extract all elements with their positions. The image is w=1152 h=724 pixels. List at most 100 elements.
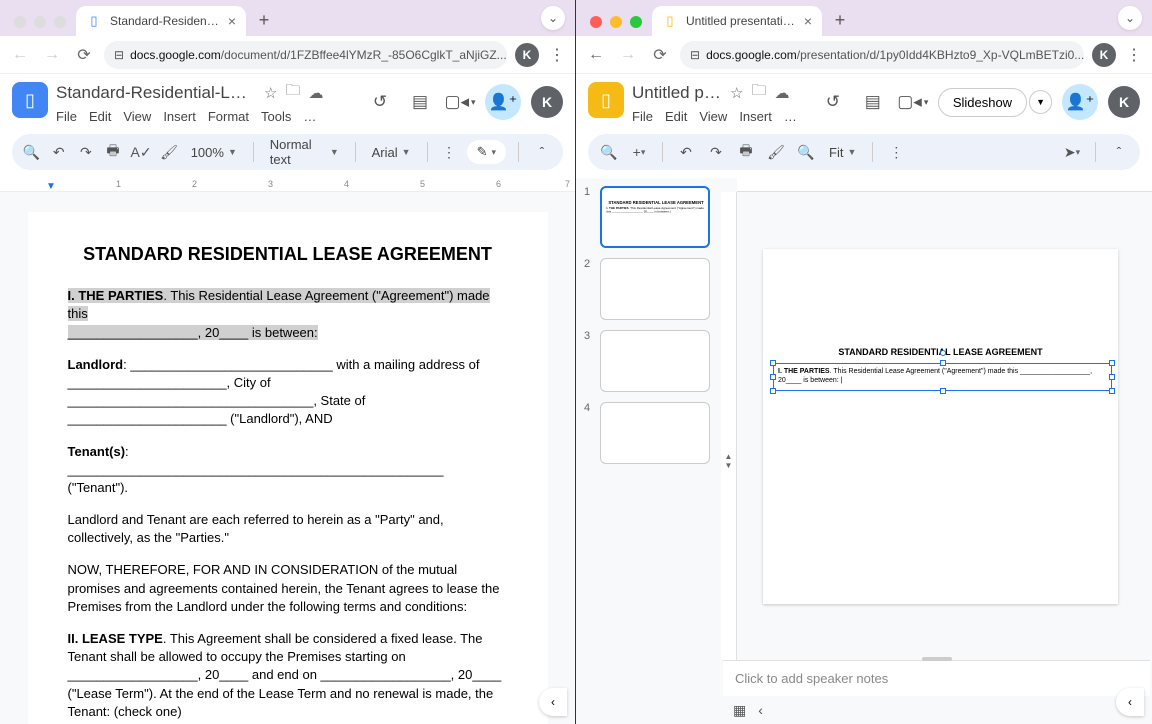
browser-tab[interactable]: ▯ Untitled presentation - Googl × <box>652 6 822 36</box>
reload-button[interactable]: ⟳ <box>648 43 672 67</box>
cursor-icon[interactable]: ➤ ▾ <box>1061 141 1083 163</box>
presentation-title[interactable]: Untitled pres... <box>632 83 722 103</box>
browser-menu-icon[interactable]: ⋮ <box>1124 45 1144 65</box>
editing-mode-button[interactable]: ✎ ▾ <box>467 140 506 164</box>
slide-textbox-selected[interactable]: I. THE PARTIES. This Residential Lease A… <box>773 363 1112 391</box>
window-minimize[interactable] <box>34 16 46 28</box>
close-icon[interactable]: × <box>228 13 236 29</box>
site-info-icon[interactable]: ⊟ <box>690 48 700 62</box>
meet-button[interactable]: ▢◂▾ <box>898 87 928 117</box>
menu-file[interactable]: File <box>56 109 77 124</box>
print-icon[interactable]: 🖶 <box>103 141 122 163</box>
speaker-notes[interactable]: Click to add speaker notes <box>723 660 1150 696</box>
menu-insert[interactable]: Insert <box>163 109 196 124</box>
profile-avatar[interactable]: K <box>515 43 539 67</box>
comments-icon[interactable]: ▤ <box>858 87 888 117</box>
prev-icon[interactable]: ‹ <box>758 702 763 718</box>
url-input[interactable]: ⊟ docs.google.com/presentation/d/1py0Idd… <box>680 41 1084 69</box>
close-icon[interactable]: × <box>804 13 812 29</box>
explore-button[interactable]: ‹ <box>539 688 567 716</box>
new-slide-icon[interactable]: + ▾ <box>628 141 650 163</box>
menu-edit[interactable]: Edit <box>665 109 687 124</box>
style-select[interactable]: Normal text▼ <box>266 137 343 167</box>
slide-panel[interactable]: 1 STANDARD RESIDENTIAL LEASE AGREEMENTI.… <box>576 178 721 724</box>
font-select[interactable]: Arial▼ <box>368 145 415 160</box>
slide-canvas[interactable]: STANDARD RESIDENTIAL LEASE AGREEMENT I. … <box>763 249 1118 604</box>
menu-edit[interactable]: Edit <box>89 109 111 124</box>
menu-view[interactable]: View <box>123 109 151 124</box>
menu-view[interactable]: View <box>699 109 727 124</box>
slide-stage[interactable]: STANDARD RESIDENTIAL LEASE AGREEMENT I. … <box>737 192 1152 660</box>
account-avatar[interactable]: K <box>1108 86 1140 118</box>
star-icon[interactable]: ☆ <box>730 84 743 102</box>
site-info-icon[interactable]: ⊟ <box>114 48 124 62</box>
forward-button[interactable]: → <box>616 43 640 67</box>
print-icon[interactable]: 🖶 <box>735 141 757 163</box>
grid-view-icon[interactable]: ▦ <box>733 702 746 719</box>
search-icon[interactable]: 🔍 <box>598 141 620 163</box>
collapse-icon[interactable]: ˆ <box>1108 141 1130 163</box>
star-icon[interactable]: ☆ <box>264 84 277 102</box>
document-page[interactable]: STANDARD RESIDENTIAL LEASE AGREEMENT I. … <box>28 212 548 724</box>
share-button[interactable]: 👤⁺ <box>1062 84 1098 120</box>
paint-format-icon[interactable]: 🖌 <box>160 141 179 163</box>
profile-avatar[interactable]: K <box>1092 43 1116 67</box>
history-icon[interactable]: ↺ <box>365 87 395 117</box>
menu-insert[interactable]: Insert <box>739 109 772 124</box>
rotate-handle[interactable] <box>940 350 946 356</box>
resize-handle[interactable] <box>940 388 946 394</box>
window-close[interactable] <box>14 16 26 28</box>
forward-button[interactable]: → <box>40 43 64 67</box>
document-title[interactable]: Standard-Residential-Lease-A... <box>56 83 256 103</box>
menu-file[interactable]: File <box>632 109 653 124</box>
slide-thumb-3[interactable] <box>600 330 710 392</box>
resize-handle[interactable] <box>770 388 776 394</box>
resize-handle[interactable] <box>770 360 776 366</box>
spellcheck-icon[interactable]: A✓ <box>131 141 152 163</box>
window-maximize[interactable] <box>630 16 642 28</box>
resize-handle[interactable] <box>770 374 776 380</box>
share-button[interactable]: 👤⁺ <box>485 84 521 120</box>
window-minimize[interactable] <box>610 16 622 28</box>
cloud-icon[interactable]: ☁ <box>774 84 789 102</box>
menu-format[interactable]: Format <box>208 109 249 124</box>
window-close[interactable] <box>590 16 602 28</box>
explore-button[interactable]: ‹ <box>1116 688 1144 716</box>
move-icon[interactable]: 🗀 <box>751 80 766 105</box>
menu-more[interactable]: … <box>784 109 797 124</box>
new-tab-button[interactable]: + <box>250 6 278 34</box>
undo-icon[interactable]: ↶ <box>675 141 697 163</box>
slideshow-button[interactable]: Slideshow <box>938 88 1027 117</box>
zoom-icon[interactable]: 🔍 <box>795 141 817 163</box>
slide-thumb-2[interactable] <box>600 258 710 320</box>
slideshow-dropdown[interactable]: ▼ <box>1029 90 1052 114</box>
resize-handle[interactable] <box>1109 374 1115 380</box>
tabs-dropdown-icon[interactable]: ⌄ <box>1118 6 1142 30</box>
paint-format-icon[interactable]: 🖌 <box>765 141 787 163</box>
resize-handle[interactable] <box>940 360 946 366</box>
redo-icon[interactable]: ↷ <box>705 141 727 163</box>
more-toolbar-icon[interactable]: ⋮ <box>885 141 907 163</box>
menu-more[interactable]: … <box>303 109 316 124</box>
cloud-icon[interactable]: ☁ <box>308 84 323 102</box>
window-maximize[interactable] <box>54 16 66 28</box>
back-button[interactable]: ← <box>8 43 32 67</box>
slide-thumb-4[interactable] <box>600 402 710 464</box>
more-toolbar-icon[interactable]: ⋮ <box>439 141 458 163</box>
collapse-icon[interactable]: ˆ <box>531 141 553 163</box>
url-input[interactable]: ⊟ docs.google.com/document/d/1FZBffee4lY… <box>104 41 507 69</box>
move-icon[interactable]: 🗀 <box>285 80 300 105</box>
search-icon[interactable]: 🔍 <box>22 141 41 163</box>
zoom-select[interactable]: 100%▼ <box>187 145 241 160</box>
new-tab-button[interactable]: + <box>826 6 854 34</box>
redo-icon[interactable]: ↷ <box>76 141 95 163</box>
menu-tools[interactable]: Tools <box>261 109 291 124</box>
resize-handle[interactable] <box>1109 388 1115 394</box>
meet-button[interactable]: ▢◂▾ <box>445 87 475 117</box>
history-icon[interactable]: ↺ <box>818 87 848 117</box>
drag-handle[interactable] <box>922 657 952 661</box>
tabs-dropdown-icon[interactable]: ⌄ <box>541 6 565 30</box>
resize-handle[interactable] <box>1109 360 1115 366</box>
account-avatar[interactable]: K <box>531 86 563 118</box>
slide-thumb-1[interactable]: STANDARD RESIDENTIAL LEASE AGREEMENTI. T… <box>600 186 710 248</box>
